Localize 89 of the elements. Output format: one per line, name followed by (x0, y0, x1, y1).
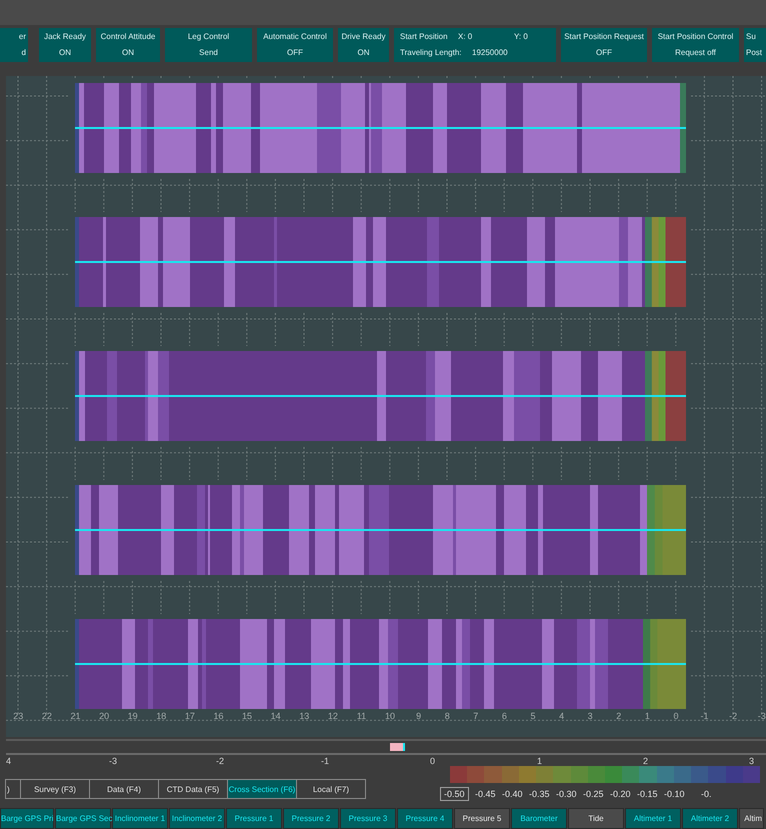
sensor-button[interactable]: Pressure 4 (397, 808, 453, 829)
axis-label: 0 (430, 756, 436, 766)
sensor-button[interactable]: Tide (568, 808, 624, 829)
axis-label: 0 (672, 710, 680, 721)
axis-label: 20 (98, 710, 110, 721)
sensor-button[interactable]: Pressure 3 (340, 808, 396, 829)
status-value: Post (746, 48, 762, 58)
status-value: Y: 0 (514, 32, 528, 42)
status-value: OFF (287, 48, 303, 58)
status-value: Request off (675, 48, 716, 58)
axis-label: 2 (643, 756, 648, 766)
sensor-button[interactable]: Pressure 5 (454, 808, 510, 829)
axis-label: 12 (326, 710, 339, 721)
axis-label: 9 (415, 710, 422, 721)
status-value: ON (59, 48, 71, 58)
status-value: 19250000 (472, 48, 508, 58)
axis-label: 3 (586, 710, 594, 721)
axis-label: 11 (356, 710, 368, 721)
axis-label: 10 (384, 710, 396, 721)
status-label: Leg Control (188, 32, 230, 42)
status-label: Control Attitude (100, 32, 156, 42)
axis-label: 4 (558, 710, 566, 721)
scale-label: -0.10 (663, 789, 685, 800)
status-label: Drive Ready (341, 32, 386, 42)
status-label: Start Position Request (564, 32, 644, 42)
axis-label: 22 (40, 710, 53, 721)
status-value: ON (122, 48, 134, 58)
sensor-button[interactable]: Altimeter 1 (625, 808, 681, 829)
sensor-button[interactable]: Barge GPS Pri (0, 808, 54, 829)
tab[interactable]: Survey (F3) (20, 779, 90, 800)
axis-label: -2 (216, 756, 224, 766)
status-label: Traveling Length: (400, 48, 463, 58)
scale-label: -0.25 (582, 789, 604, 800)
axis-label: 3 (749, 756, 754, 766)
axis-label: -1 (321, 756, 330, 766)
axis-label: 7 (472, 710, 480, 721)
tab[interactable]: ) (5, 779, 21, 800)
scale-label: -0.40 (501, 789, 523, 800)
scale-label: -0.15 (636, 789, 658, 800)
axis-label: 23 (12, 710, 24, 721)
axis-label: -3 (109, 756, 118, 766)
status-value: d (22, 48, 26, 58)
scale-label: -0.35 (528, 789, 550, 800)
scale-label: -0.30 (555, 789, 577, 800)
axis-label: 16 (212, 710, 224, 721)
min-value-field[interactable]: -0.50 (440, 787, 469, 802)
axis-label: 4 (6, 756, 12, 766)
status-label: er (18, 32, 26, 42)
scale-label: -0.45 (474, 789, 496, 800)
axis-label: 19 (126, 710, 139, 721)
sensor-button[interactable]: Altimeter 2 (682, 808, 738, 829)
scale-label: -0.20 (609, 789, 631, 800)
axis-label: 8 (444, 710, 451, 721)
axis-label: -3 (756, 710, 766, 721)
sensor-button[interactable]: Inclinometer 2 (169, 808, 225, 829)
axis-label: 2 (615, 710, 622, 721)
sensor-button[interactable]: Inclinometer 1 (112, 808, 168, 829)
axis-label: 17 (184, 710, 196, 721)
status-label: Start Position (400, 32, 449, 42)
sensor-button[interactable]: Altim (739, 808, 764, 829)
axis-label: 1 (644, 710, 651, 721)
status-value: ON (358, 48, 370, 58)
tab[interactable]: CTD Data (F5) (158, 779, 228, 800)
sensor-button[interactable]: Barge GPS Sec (55, 808, 111, 829)
tab[interactable]: Cross Section (F6) (227, 779, 297, 800)
axis-label: 5 (529, 710, 536, 721)
status-value: OFF (596, 48, 612, 58)
status-label: Jack Ready (44, 32, 86, 42)
axis-label: 15 (241, 710, 254, 721)
sensor-button[interactable]: Pressure 1 (226, 808, 282, 829)
scale-label: -0. (700, 789, 712, 800)
tab[interactable]: Data (F4) (89, 779, 159, 800)
tab[interactable]: Local (F7) (296, 779, 366, 800)
status-label: Automatic Control (263, 32, 327, 42)
axis-label: 13 (298, 710, 310, 721)
axis-label: 18 (155, 710, 168, 721)
axis-label: -2 (728, 710, 738, 721)
status-value: Send (199, 48, 218, 58)
status-value: X: 0 (458, 32, 474, 42)
sensor-button[interactable]: Pressure 2 (283, 808, 339, 829)
sensor-button[interactable]: Barometer (511, 808, 567, 829)
axis-label: 6 (500, 710, 508, 721)
axis-label: 21 (69, 710, 82, 721)
status-label: Su (746, 32, 756, 42)
axis-label: -1 (700, 710, 710, 721)
axis-label: 1 (537, 756, 542, 766)
scroll-thumb[interactable] (390, 743, 405, 752)
axis-label: 14 (270, 710, 282, 721)
status-label: Start Position Control (658, 32, 734, 42)
